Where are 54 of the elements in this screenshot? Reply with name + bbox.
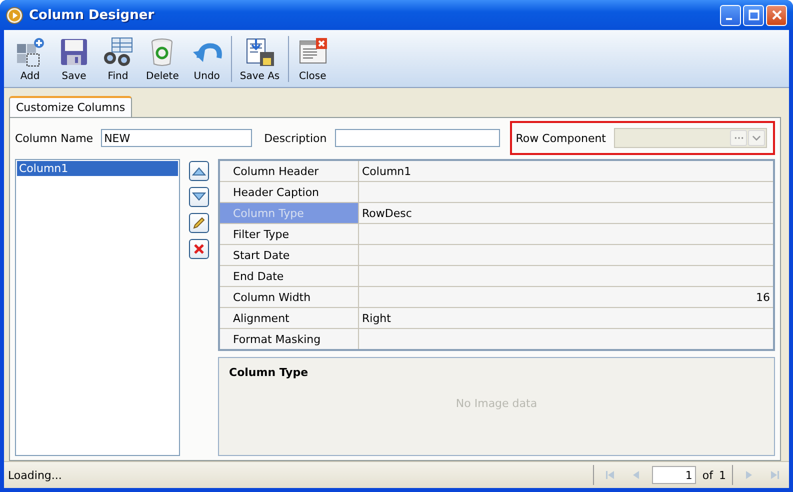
minimize-icon (726, 18, 732, 20)
close-button[interactable] (766, 4, 787, 26)
up-triangle-icon (192, 166, 206, 176)
column-name-field[interactable]: NEW (101, 129, 252, 147)
status-text: Loading... (8, 468, 62, 482)
toolbar-button[interactable]: Save (52, 34, 96, 84)
tab[interactable]: Customize Columns (9, 96, 132, 117)
property-name[interactable]: Start Date (220, 245, 359, 265)
toolbar-button[interactable]: Close (290, 34, 335, 84)
move-down-button[interactable] (189, 187, 209, 207)
close-icon (770, 9, 782, 21)
binoculars-icon (102, 36, 134, 68)
pencil-icon (192, 216, 206, 230)
field-label: Row Component (516, 132, 606, 144)
first-page-icon (604, 469, 616, 481)
property-name[interactable]: Format Masking (220, 329, 359, 349)
ellipsis-icon (730, 130, 747, 146)
window-title: Column Designer (29, 8, 156, 22)
page-of-label: of (702, 468, 713, 482)
property-value: RowDesc (362, 206, 412, 220)
description-title: Column Type (229, 366, 310, 379)
toolbar-button[interactable]: Undo (184, 34, 229, 84)
save-as-icon (244, 36, 276, 68)
toolbar-button[interactable]: Save As (234, 34, 286, 84)
maximize-button[interactable] (743, 4, 764, 26)
field-label: Column Name (15, 132, 94, 144)
list-item[interactable]: Column1 (17, 161, 178, 176)
field-label: Description (264, 132, 327, 144)
property-value: 16 (756, 290, 770, 304)
property-name[interactable]: End Date (220, 266, 359, 286)
edit-button[interactable] (189, 213, 209, 233)
page-field[interactable]: 1 (652, 466, 696, 484)
toolbar-button[interactable]: Delete (140, 34, 185, 84)
toolbar-button[interactable]: Add (8, 34, 52, 84)
grid-plus-icon (14, 36, 46, 68)
property-name[interactable]: Filter Type (220, 224, 359, 244)
minimize-button[interactable] (720, 4, 741, 26)
app-icon (6, 6, 23, 24)
delete-button[interactable] (189, 239, 209, 259)
toolbar-button[interactable]: Find (96, 34, 140, 84)
property-value: Column1 (362, 164, 412, 178)
property-name[interactable]: Header Caption (220, 182, 359, 202)
property-value: Right (362, 312, 391, 324)
move-up-button[interactable] (189, 161, 209, 181)
property-name[interactable]: Column Width (220, 287, 359, 307)
property-name[interactable]: Column Header (220, 161, 359, 181)
maximize-icon (748, 9, 760, 21)
no-image-text: No Image data (454, 397, 538, 410)
page-total: 1 (719, 468, 726, 482)
description-field[interactable] (334, 129, 500, 147)
down-triangle-icon (192, 192, 206, 202)
last-page-icon (769, 469, 781, 481)
property-name[interactable]: Alignment (220, 308, 359, 328)
delete-icon (192, 242, 206, 256)
